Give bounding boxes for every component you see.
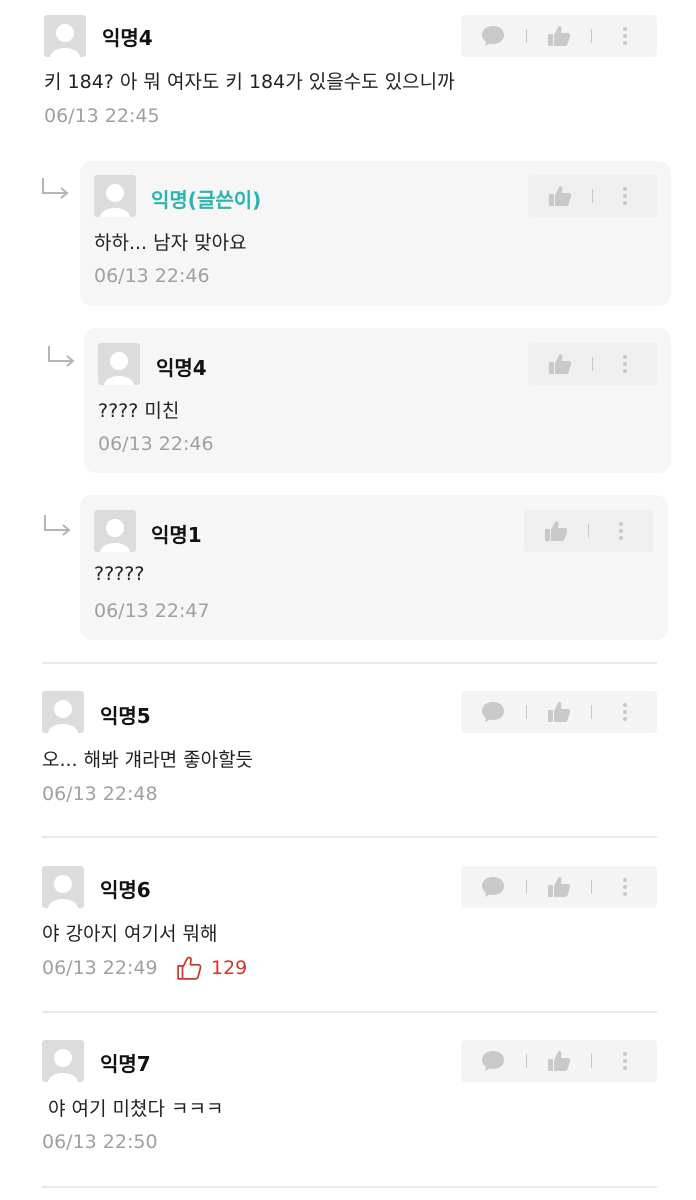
comment-time: 06/13 22:50 [42,1131,158,1153]
comment-time: 06/13 22:45 [44,105,160,127]
separator [592,189,593,203]
reply-author: 익명1 [151,523,202,547]
thumbs-up-icon[interactable] [546,699,572,725]
reply-time: 06/13 22:46 [94,265,210,287]
comment-author: 익명6 [100,878,151,902]
thumbs-up-icon[interactable] [546,874,572,900]
like-count: 129 [211,957,248,979]
comment-icon[interactable] [480,23,506,49]
comment-actions [461,866,657,908]
comment-icon[interactable] [480,1048,506,1074]
comment-author: 익명5 [100,704,151,728]
comment-time: 06/13 22:49 [42,957,158,979]
comment-actions [461,1040,657,1082]
reply-arrow-icon [42,178,69,199]
divider [42,1186,657,1188]
thumbs-up-icon[interactable] [546,23,572,49]
more-vertical-icon[interactable] [612,351,638,377]
comment-text: 키 184? 아 뭐 여자도 키 184가 있을수도 있으니까 [44,71,455,93]
comment-text: 야 여기 미쳤다 ㅋㅋㅋ [42,1098,224,1120]
like-thumbs-up-icon [177,956,202,980]
reply-author: 익명4 [156,356,207,380]
reply-text: ????? [94,563,145,585]
thumbs-up-icon[interactable] [543,518,569,544]
more-vertical-icon[interactable] [612,183,638,209]
thumbs-up-icon[interactable] [546,1048,572,1074]
divider [42,1011,657,1013]
reply-actions [528,175,657,217]
comment-author: 익명4 [102,26,153,50]
separator [592,357,593,371]
reply-text: 하하... 남자 맞아요 [94,232,247,254]
separator [591,705,593,719]
avatar [42,866,84,908]
comment-author: 익명7 [100,1052,151,1076]
separator [591,1054,593,1068]
separator [525,1054,527,1068]
comment-actions [461,15,657,57]
reply-arrow-icon [48,346,75,367]
more-vertical-icon[interactable] [612,23,638,49]
thumbs-up-icon[interactable] [547,183,573,209]
comment-actions [461,691,657,733]
divider [42,836,657,838]
reply-text: ???? 미친 [98,400,180,422]
reply-arrow-icon [44,515,71,536]
separator [525,705,527,719]
more-vertical-icon[interactable] [608,518,634,544]
comment-icon[interactable] [480,874,506,900]
avatar [98,343,140,385]
comment-icon[interactable] [480,699,506,725]
avatar [44,15,86,57]
comment-time: 06/13 22:48 [42,783,158,805]
separator [591,29,593,43]
avatar [94,175,136,217]
more-vertical-icon[interactable] [612,699,638,725]
avatar [94,510,136,552]
divider [42,662,657,664]
thumbs-up-icon[interactable] [547,351,573,377]
more-vertical-icon[interactable] [612,874,638,900]
comment-text: 야 강아지 여기서 뭐해 [42,923,218,945]
reply-time: 06/13 22:47 [94,600,210,622]
avatar [42,691,84,733]
reply-actions [528,343,657,385]
separator [588,524,589,538]
separator [591,880,593,894]
reply-author: 익명(글쓴이) [151,188,262,212]
comment-text: 오... 해봐 걔라면 좋아할듯 [42,749,254,771]
reply-actions [524,510,653,552]
reply-time: 06/13 22:46 [98,433,214,455]
separator [525,29,527,43]
more-vertical-icon[interactable] [612,1048,638,1074]
avatar [42,1040,84,1082]
separator [525,880,527,894]
